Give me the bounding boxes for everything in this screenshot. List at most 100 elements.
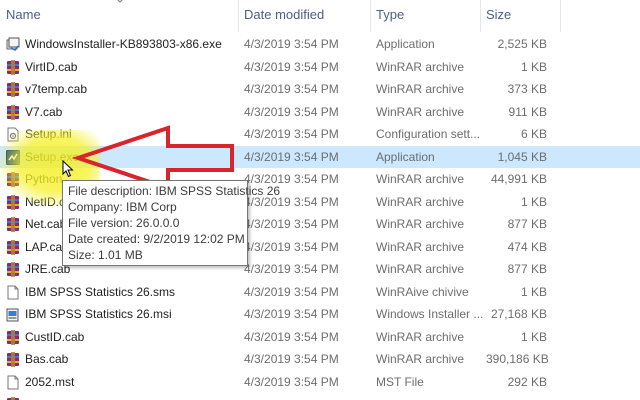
msi-package-icon	[6, 307, 20, 322]
winrar-archive-icon	[6, 352, 20, 367]
file-date-modified: 4/3/2019 3:54 PM	[244, 329, 339, 344]
file-name: Bas.cab	[25, 352, 69, 366]
file-size: 911 KB	[508, 104, 547, 119]
file-row[interactable]: Setup.exe 4/3/2019 3:54 PM Application 1,04…	[0, 145, 640, 168]
sort-chevron-icon	[117, 0, 123, 3]
mouse-pointer-icon	[62, 160, 74, 178]
file-name: IBM SPSS Statistics 26.msi	[25, 307, 172, 321]
file-type: Application	[376, 37, 435, 51]
file-name: IBM SPSS Statistics 26.sms	[25, 284, 176, 299]
spss-setup-icon	[6, 149, 20, 165]
file-name: 2052.mst	[25, 374, 75, 389]
file-date-modified: 4/3/2019 3:54 PM	[244, 37, 339, 51]
file-size: 1 KB	[520, 329, 547, 344]
file-row[interactable]: IBM SPSS Statistics 26.msi 4/3/2019 3:54 …	[0, 303, 640, 326]
column-header-name[interactable]: Name	[0, 0, 238, 32]
file-type: Configuration sett...	[376, 127, 481, 141]
file-size: 2,525 KB	[497, 37, 547, 51]
file-name: Python	[25, 172, 63, 186]
file-row[interactable]: 2052.mst 4/3/2019 3:54 PM MST File 292 KB	[0, 371, 640, 394]
column-header-type[interactable]: Type	[370, 0, 480, 32]
column-divider[interactable]	[560, 0, 561, 32]
file-type: WinRAR archive	[376, 82, 465, 96]
file-name: CustID.cab	[25, 329, 85, 344]
column-header-type-label: Type	[376, 7, 405, 22]
file-type: MST File	[376, 374, 424, 389]
file-row[interactable]: CustID.cab 4/3/2019 3:54 PM WinRAR archive…	[0, 326, 640, 349]
blank-file-icon	[6, 375, 20, 390]
winrar-archive-icon	[6, 217, 20, 232]
file-size: 1 KB	[520, 194, 547, 209]
winrar-archive-icon	[6, 239, 20, 255]
config-file-icon	[6, 127, 20, 142]
file-name: VirtID.cab	[25, 59, 78, 74]
file-row[interactable]: VirtID.cab 4/3/2019 3:54 PM WinRAR archive…	[0, 56, 640, 79]
file-date-modified: 4/3/2019 3:54 PM	[244, 374, 339, 389]
file-row[interactable]: IBM SPSS Statistics 26.sms 4/3/2019 3:54 …	[0, 281, 640, 304]
file-row[interactable]: Setup.ini 4/3/2019 3:54 PM Configuration s…	[0, 123, 640, 146]
winrar-archive-icon	[6, 82, 20, 97]
tooltip-version: File version: 26.0.0.0	[68, 216, 180, 230]
file-date-modified: 4/3/2019 3:54 PM	[244, 307, 339, 321]
winrar-archive-icon	[6, 194, 20, 210]
file-size: 6 KB	[520, 127, 547, 141]
tooltip-size: Size: 1.01 MB	[68, 248, 143, 262]
column-header-bar: Name Date modified Type Size	[0, 0, 640, 32]
file-size: 877 KB	[507, 217, 547, 231]
column-header-name-label: Name	[6, 7, 41, 22]
tooltip-company: Company: IBM Corp	[68, 200, 177, 214]
file-size: 1,045 KB	[497, 149, 547, 164]
file-size: 877 KB	[507, 262, 547, 276]
file-type: WinRAR archive	[376, 352, 465, 366]
file-date-modified: 4/3/2019 3:54 PM	[244, 127, 339, 141]
file-date-modified: 4/3/2019 3:54 PM	[244, 104, 339, 119]
file-type: Application	[376, 149, 435, 164]
file-size: 44,991 KB	[490, 172, 547, 186]
file-type: WinRAR archive	[376, 172, 465, 186]
file-date-modified: 4/3/2019 3:54 PM	[244, 82, 339, 96]
file-row[interactable]: v7temp.cab 4/3/2019 3:54 PM WinRAR archive…	[0, 78, 640, 101]
file-size: 292 KB	[507, 374, 547, 389]
file-size	[486, 393, 547, 400]
blank-file-icon	[6, 285, 20, 300]
winrar-archive-icon	[6, 172, 20, 187]
file-date-modified: 4/3/2019 3:54 PM	[244, 352, 339, 366]
winrar-archive-icon	[6, 329, 20, 345]
file-size: 1 KB	[520, 284, 547, 299]
file-date-modified: 4/3/2019 3:54 PM	[244, 239, 339, 254]
file-name: Setup.ini	[25, 127, 72, 141]
winrar-archive-icon	[6, 262, 20, 277]
tooltip-description: File description: IBM SPSS Statistics 26	[68, 184, 281, 198]
winrar-archive-icon	[6, 59, 20, 75]
file-type: WinRAR archive	[376, 329, 465, 344]
file-type: WinRAR archive	[376, 239, 465, 254]
file-type: WinRAR archive	[376, 194, 465, 209]
file-date-modified: 4/3/2019 3:54 PM	[244, 217, 339, 231]
file-type: WinRAR archive	[376, 262, 465, 276]
file-date-modified: 4/3/2019 3:54 PM	[244, 262, 339, 276]
file-row[interactable]: WindowsInstaller-KB893803-x86.exe 4/3/201…	[0, 33, 640, 56]
winrar-archive-icon	[6, 104, 20, 120]
file-explorer-view: Name Date modified Type Size WindowsInst…	[0, 0, 640, 400]
file-name: Net.cab	[25, 217, 67, 231]
tooltip-date-created: Date created: 9/2/2019 12:02 PM	[68, 232, 245, 246]
file-size: 1 KB	[520, 59, 547, 74]
file-name: V7.cab	[25, 104, 63, 119]
file-date-modified: 4/3/2019 3:54 PM	[244, 284, 339, 299]
file-size: 27,168 KB	[490, 307, 547, 321]
file-row[interactable]: V7.cab 4/3/2019 3:54 PM WinRAR archive 911 …	[0, 101, 640, 124]
file-date-modified: 4/3/2019 3:54 PM	[244, 149, 339, 164]
file-size: 474 KB	[507, 239, 547, 254]
file-row[interactable]: Bas.cab 4/3/2019 3:54 PM WinRAR archive 390…	[0, 348, 640, 371]
column-header-date[interactable]: Date modified	[238, 0, 370, 32]
file-size: 373 KB	[507, 82, 547, 96]
file-name: v7temp.cab	[25, 82, 88, 96]
column-header-size[interactable]: Size	[480, 0, 560, 32]
file-info-tooltip: File description: IBM SPSS Statistics 26…	[62, 180, 280, 266]
file-date-modified: 4/3/2019 3:54 PM	[244, 59, 339, 74]
installer-icon	[6, 37, 20, 52]
file-type: WinRAR archive	[376, 59, 465, 74]
column-header-size-label: Size	[486, 7, 512, 22]
file-row[interactable]	[0, 393, 640, 400]
file-size: 390,186 KB	[486, 352, 549, 366]
